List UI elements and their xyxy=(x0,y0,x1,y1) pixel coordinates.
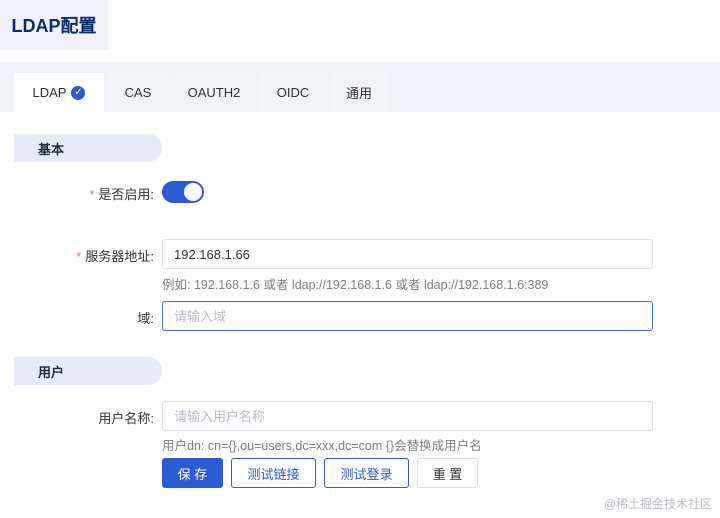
test-link-button[interactable]: 测试链接 xyxy=(231,458,316,488)
section-basic-header: 基本 xyxy=(14,134,162,162)
required-mark: * xyxy=(76,249,82,264)
domain-label: 域: xyxy=(137,311,154,326)
save-button[interactable]: 保 存 xyxy=(162,458,223,488)
watermark: @稀土掘金技术社区 xyxy=(603,497,712,511)
tab-ldap[interactable]: LDAP ✓ xyxy=(14,73,104,112)
enabled-label: * 是否启用: xyxy=(89,184,154,203)
username-input[interactable] xyxy=(162,401,653,431)
tab-oidc[interactable]: OIDC xyxy=(258,73,328,112)
tab-oauth2[interactable]: OAUTH2 xyxy=(172,73,256,112)
page-title: LDAP配置 xyxy=(0,0,108,50)
enabled-label-text: 是否启用: xyxy=(98,187,154,202)
enabled-toggle[interactable] xyxy=(162,181,204,203)
server-label: * 服务器地址: xyxy=(76,246,154,265)
domain-input[interactable] xyxy=(162,301,653,331)
tab-cas[interactable]: CAS xyxy=(106,73,170,112)
tab-general[interactable]: 通用 xyxy=(330,73,388,112)
server-address-input[interactable] xyxy=(162,239,653,269)
server-label-text: 服务器地址: xyxy=(85,249,154,264)
test-login-button[interactable]: 测试登录 xyxy=(324,458,409,488)
tab-ldap-label: LDAP xyxy=(32,85,67,100)
username-label: 用户名称: xyxy=(98,411,154,426)
toggle-knob xyxy=(184,183,202,201)
section-user-header: 用户 xyxy=(14,357,162,385)
required-mark: * xyxy=(89,187,95,202)
reset-button[interactable]: 重 置 xyxy=(417,458,478,488)
server-address-hint: 例如: 192.168.1.6 或者 ldap://192.168.1.6 或者… xyxy=(162,278,549,292)
check-circle-icon: ✓ xyxy=(71,85,86,100)
username-hint: 用户dn: cn={},ou=users,dc=xxx,dc=com {}会替换… xyxy=(162,439,482,453)
